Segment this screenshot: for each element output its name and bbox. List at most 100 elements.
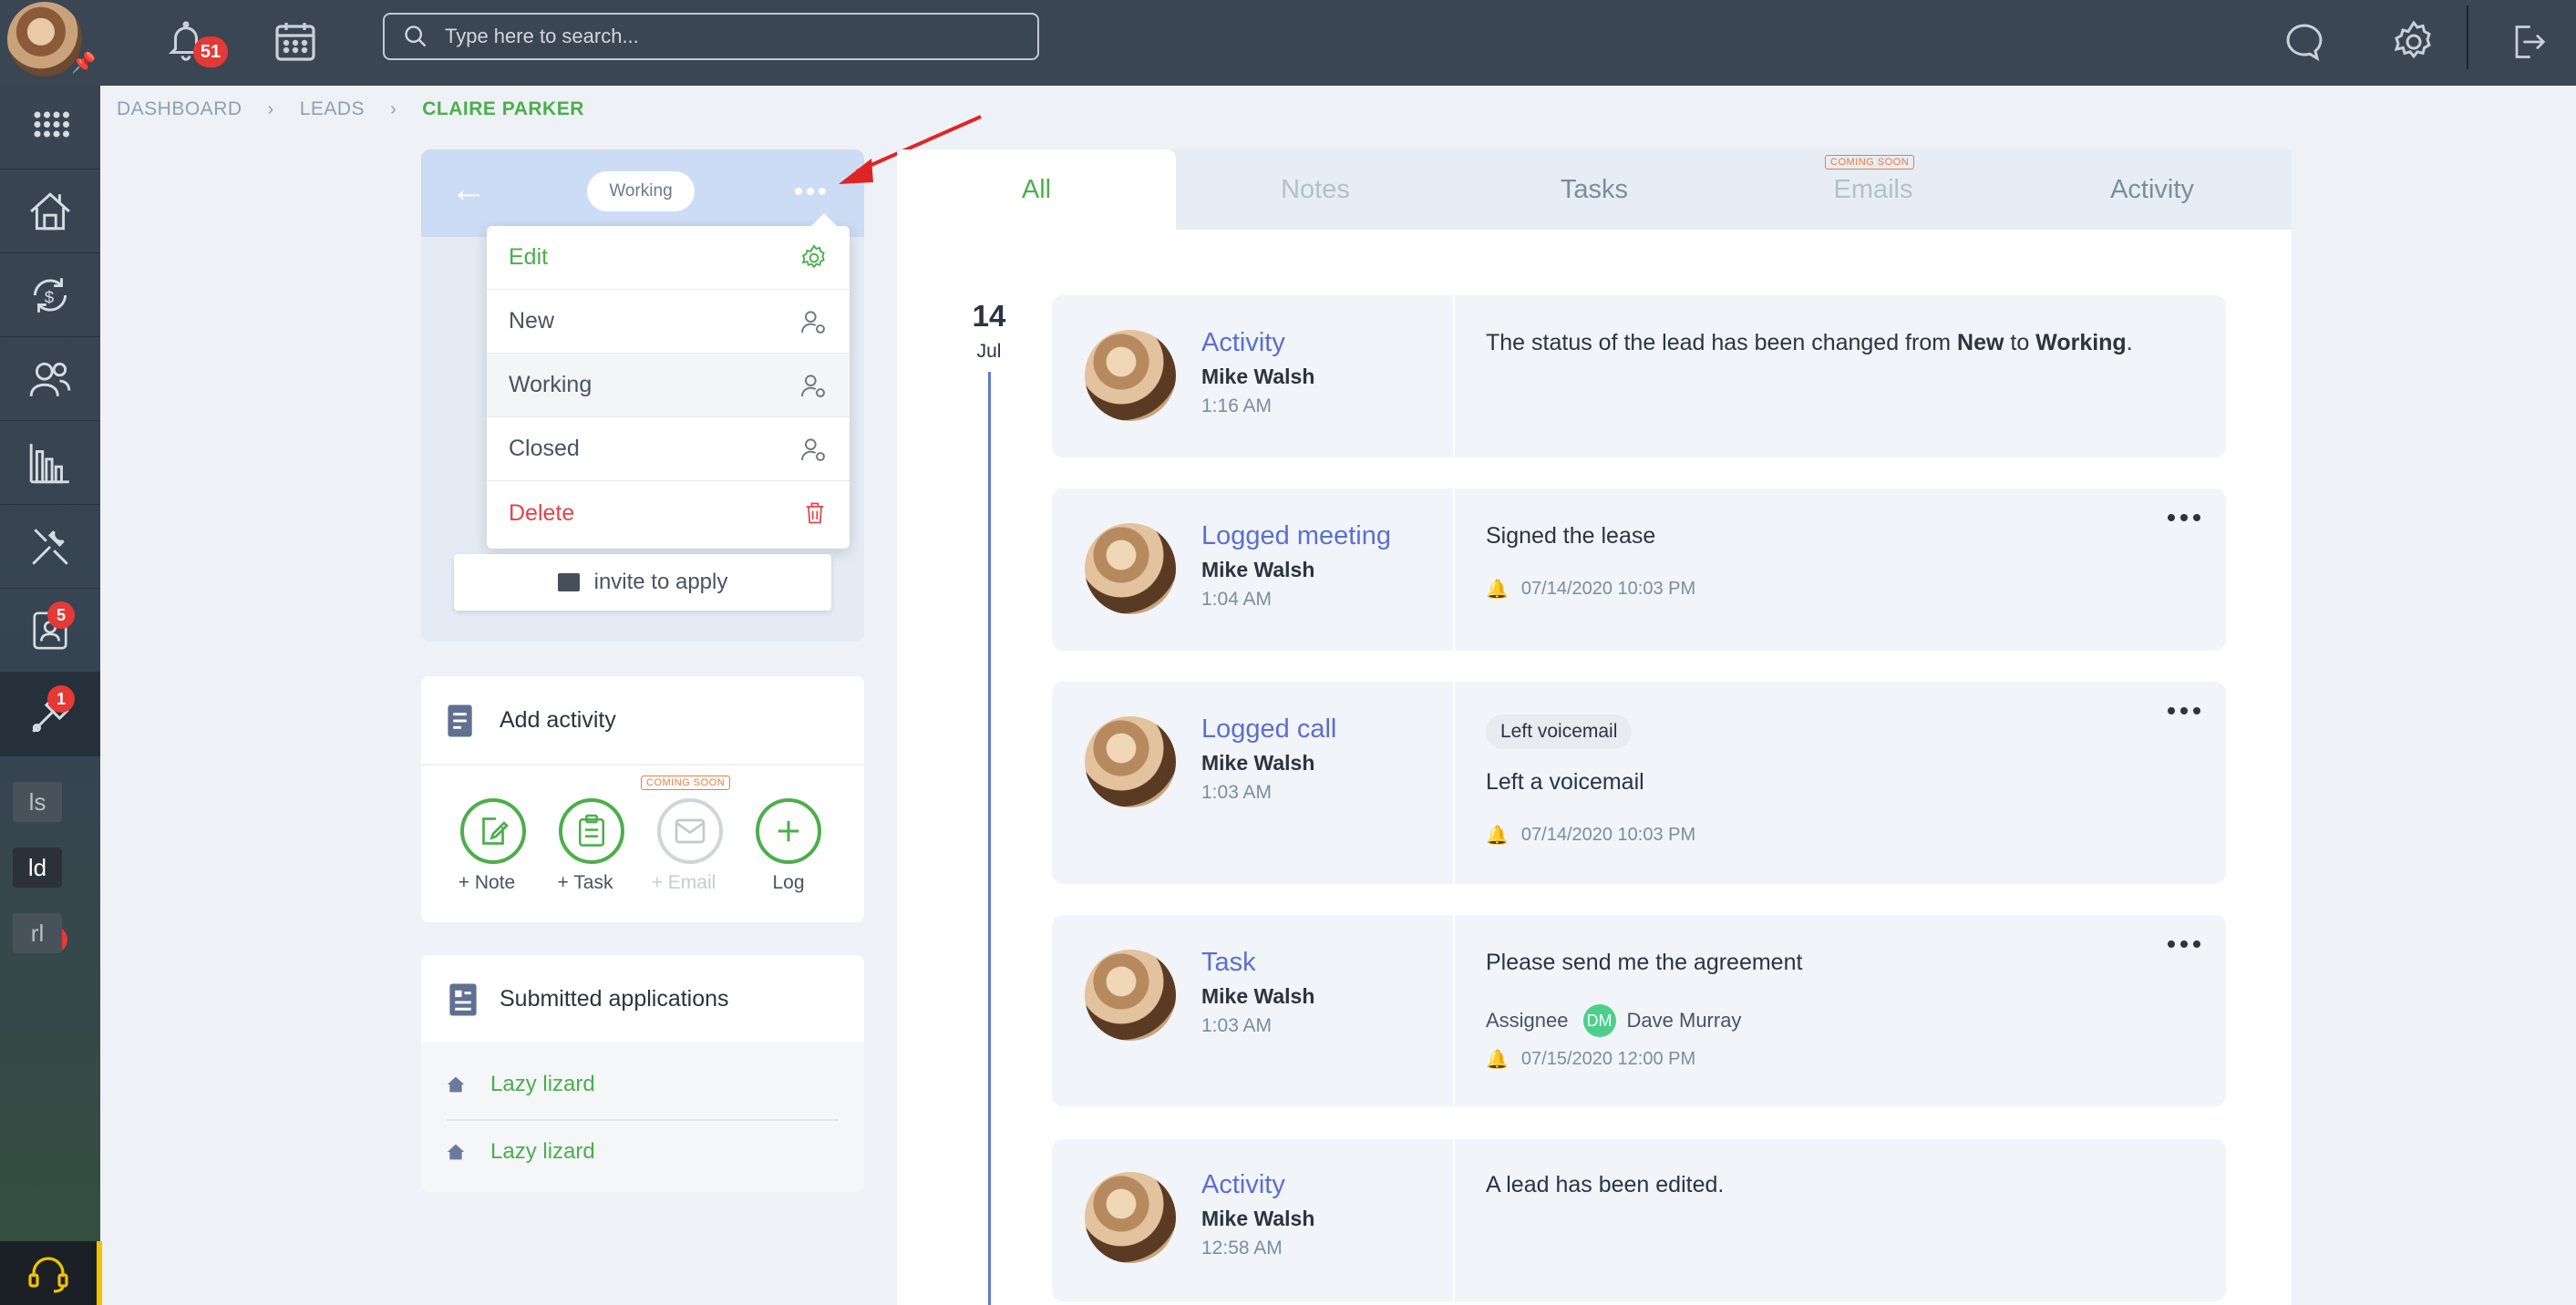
bell-icon: 🔔 [1486, 1050, 1509, 1070]
dot [2168, 514, 2175, 521]
sidebar: $ 5 1 ls ld 1 rl [0, 86, 100, 1305]
add-email-button [657, 798, 723, 864]
timeline-line [988, 372, 991, 1305]
sidebar-item-apps[interactable] [0, 86, 100, 170]
entry-type[interactable]: Logged meeting [1201, 521, 1391, 551]
menu-item-closed[interactable]: Closed [487, 417, 850, 481]
support-accent [97, 1241, 102, 1305]
lead-actions-menu: Edit New Working Closed Delete [487, 213, 850, 549]
divider [1453, 682, 1455, 884]
plus-icon [778, 820, 799, 842]
tab-notes[interactable]: Notes [1176, 149, 1455, 230]
bell-icon: 🔔 [1486, 580, 1509, 600]
breadcrumb-leads[interactable]: LEADS [300, 98, 365, 120]
add-activity-title: Add activity [500, 707, 616, 733]
divider [1453, 488, 1455, 651]
reminder-date: 07/15/2020 12:00 PM [1520, 1049, 1696, 1069]
home-icon [447, 1076, 465, 1093]
settings-button[interactable] [2388, 16, 2439, 67]
avatar [1085, 330, 1176, 421]
shortcut-rl[interactable]: rl [13, 913, 62, 953]
breadcrumb-dashboard[interactable]: DASHBOARD [117, 98, 242, 120]
gear-icon [801, 243, 825, 268]
tab-all[interactable]: All [897, 149, 1176, 230]
shortcut-ld[interactable]: ld [13, 848, 62, 888]
user-status-icon [801, 437, 825, 461]
entry-text-part: . [2126, 330, 2133, 355]
add-note-button[interactable] [460, 798, 526, 864]
entry-time: 1:16 AM [1201, 396, 1273, 416]
invite-to-apply-button[interactable]: invite to apply [454, 554, 831, 611]
gear-icon [2394, 20, 2431, 59]
entry-type[interactable]: Activity [1201, 328, 1285, 358]
add-email-label: + Email [651, 872, 716, 893]
search-box[interactable] [383, 13, 1039, 60]
dot [2193, 514, 2200, 521]
notifications-badge: 51 [193, 36, 228, 67]
entry-type[interactable]: Activity [1201, 1170, 1285, 1200]
avatar [1085, 950, 1176, 1041]
application-name: Lazy lizard [490, 1072, 595, 1096]
tab-tasks[interactable]: Tasks [1455, 149, 1734, 230]
entry-type[interactable]: Logged call [1201, 714, 1336, 745]
add-note-label: + Note [458, 872, 516, 893]
application-item[interactable]: Lazy lizard [447, 1052, 839, 1117]
add-task-button[interactable] [559, 798, 624, 864]
entry-more-button[interactable] [2168, 707, 2200, 714]
sidebar-item-maintenance[interactable] [0, 505, 100, 589]
grid-icon [34, 111, 69, 137]
chat-button[interactable] [2279, 16, 2330, 67]
timeline-entry: Activity Mike Walsh 12:58 AM A lead has … [1052, 1139, 2226, 1301]
entry-author: Mike Walsh [1201, 984, 1315, 1008]
menu-item-working[interactable]: Working [487, 354, 850, 417]
calendar-button[interactable] [270, 16, 321, 67]
sidebar-item-leads[interactable]: 1 [0, 673, 100, 756]
timeline-day: 14 [972, 299, 1006, 333]
search-input[interactable] [445, 25, 1010, 48]
add-task-label: + Task [557, 872, 613, 893]
log-activity-button[interactable] [756, 798, 821, 864]
menu-item-edit[interactable]: Edit [487, 226, 850, 290]
breadcrumb-current: CLAIRE PARKER [422, 98, 584, 119]
sidebar-item-reports[interactable] [0, 421, 100, 505]
back-arrow-icon[interactable]: ← [450, 171, 487, 208]
dot [807, 188, 814, 195]
tab-activity[interactable]: Activity [2013, 149, 2292, 230]
sidebar-item-properties[interactable] [0, 170, 100, 253]
headset-icon [28, 1257, 68, 1293]
entry-text: Please send me the agreement [1486, 950, 1803, 975]
status-to: Working [2035, 330, 2127, 355]
support-button[interactable] [0, 1241, 97, 1305]
sidebar-item-payments[interactable]: $ [0, 253, 100, 337]
house-icon [30, 191, 70, 230]
dot [2180, 940, 2188, 948]
entry-type[interactable]: Task [1201, 948, 1256, 978]
people-icon [29, 362, 71, 396]
menu-item-label: New [509, 308, 555, 334]
shortcut-ls[interactable]: ls [13, 782, 62, 822]
contacts-badge: 5 [47, 601, 75, 629]
user-status-icon [801, 374, 825, 397]
entry-text: Left a voicemail [1486, 769, 1644, 795]
entry-author: Mike Walsh [1201, 365, 1315, 388]
sidebar-item-contacts[interactable]: 5 [0, 589, 100, 673]
assignee-name[interactable]: Dave Murray [1627, 1009, 1742, 1033]
menu-item-delete[interactable]: Delete [487, 481, 850, 545]
assignee-label: Assignee [1486, 1009, 1569, 1032]
entry-more-button[interactable] [2168, 514, 2200, 521]
avatar [1085, 523, 1176, 614]
reminder-date: 07/14/2020 10:03 PM [1520, 579, 1696, 599]
sidebar-item-people[interactable] [0, 337, 100, 421]
logout-button[interactable] [2501, 16, 2552, 67]
application-item[interactable]: Lazy lizard [447, 1119, 839, 1185]
svg-text:$: $ [45, 287, 55, 306]
timeline-entry: Logged meeting Mike Walsh 1:04 AM Signed… [1052, 488, 2226, 651]
entry-time: 12:58 AM [1201, 1238, 1283, 1259]
entry-more-button[interactable] [2168, 940, 2200, 948]
menu-item-new[interactable]: New [487, 290, 850, 354]
reminder-date: 07/14/2020 10:03 PM [1520, 825, 1696, 845]
entry-reminder: 🔔 07/14/2020 10:03 PM [1486, 824, 1695, 847]
search-icon [405, 26, 427, 47]
notifications-button[interactable]: 51 [160, 16, 228, 67]
dot [795, 188, 802, 195]
